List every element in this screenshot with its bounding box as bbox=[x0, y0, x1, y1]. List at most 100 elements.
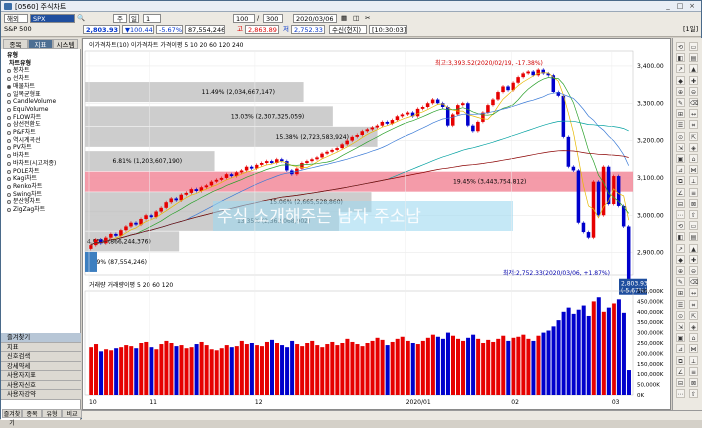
drawing-tool-icon[interactable]: ↔ bbox=[689, 109, 698, 119]
menu-signal-search[interactable]: 신호검색 bbox=[1, 352, 81, 362]
btab-favorites[interactable]: 즐겨찾기 bbox=[2, 409, 22, 427]
mode-button[interactable]: 주 bbox=[113, 14, 127, 23]
drawing-tool-icon[interactable]: ⌂ bbox=[689, 333, 698, 343]
tree-item[interactable]: ZigZag차트 bbox=[3, 206, 79, 214]
tree-header[interactable]: 유형 bbox=[3, 52, 79, 60]
drawing-tool-icon[interactable]: ⊟ bbox=[676, 198, 685, 208]
drawing-tool-icon[interactable]: ⟂ bbox=[689, 355, 698, 365]
drawing-tool-icon[interactable]: ⧉ bbox=[676, 176, 685, 186]
drawing-tool-icon[interactable]: ∠ bbox=[676, 366, 685, 376]
menu-indicator[interactable]: 지표 bbox=[1, 342, 81, 352]
drawing-tool-icon[interactable]: ⊠ bbox=[689, 198, 698, 208]
drawing-tool-icon[interactable]: ⇱ bbox=[689, 310, 698, 320]
tree-item[interactable]: 분산형차트 bbox=[3, 198, 79, 206]
drawing-tool-icon[interactable]: ⟂ bbox=[689, 176, 698, 186]
menu-strength[interactable]: 강세약세 bbox=[1, 361, 81, 371]
menu-user-strength[interactable]: 사용자강약 bbox=[1, 390, 81, 400]
drawing-tool-icon[interactable]: ⌂ bbox=[689, 154, 698, 163]
total-count-input[interactable]: 300 bbox=[263, 14, 283, 23]
tree-item[interactable]: Renko차트 bbox=[3, 183, 79, 191]
drawing-tool-icon[interactable]: ⊙ bbox=[676, 131, 685, 141]
drawing-tool-icon[interactable]: ⋈ bbox=[689, 165, 698, 175]
menu-user-indicator[interactable]: 사용자지표 bbox=[1, 371, 81, 381]
drawing-tool-icon[interactable]: ⊿ bbox=[676, 165, 685, 175]
drawing-tool-icon[interactable]: ⊕ bbox=[676, 86, 685, 96]
minimize-icon[interactable]: _ bbox=[663, 2, 673, 11]
drawing-tool-icon[interactable]: ◧ bbox=[676, 53, 685, 63]
btab-symbol[interactable]: 종목 bbox=[22, 409, 42, 418]
search-icon[interactable]: 🔍 bbox=[77, 14, 85, 23]
drawing-tool-icon[interactable]: ✚ bbox=[689, 75, 698, 85]
market-select[interactable]: 해외 bbox=[4, 14, 28, 23]
calendar-icon[interactable]: ▦ bbox=[341, 14, 347, 23]
drawing-tool-icon[interactable]: ≡ bbox=[689, 366, 698, 376]
btab-type[interactable]: 유형 bbox=[42, 409, 62, 418]
tree-item[interactable]: 바차트(시고저종) bbox=[3, 160, 79, 168]
drawing-tool-icon[interactable]: ⇧ bbox=[689, 389, 698, 399]
tree-item[interactable]: 일목균형표 bbox=[3, 91, 79, 99]
price-volume-chart[interactable]: 이가격차트(10) 이가격차트 가격이평 5 10 20 60 120 240 거… bbox=[83, 39, 672, 411]
tree-item[interactable]: PV차트 bbox=[3, 144, 79, 152]
drawing-tool-icon[interactable]: ⊞ bbox=[676, 288, 685, 298]
drawing-tool-icon[interactable]: ⊿ bbox=[676, 344, 685, 354]
date-input[interactable]: 2020/03/06 bbox=[293, 14, 337, 23]
drawing-tool-icon[interactable]: ✎ bbox=[676, 98, 685, 107]
drawing-tool-icon[interactable]: ⊞ bbox=[676, 109, 685, 119]
drawing-tool-icon[interactable]: ▣ bbox=[676, 333, 685, 343]
scissors-icon[interactable]: ✂ bbox=[365, 14, 370, 23]
drawing-tool-icon[interactable]: ▲ bbox=[689, 64, 698, 74]
close-icon[interactable]: × bbox=[687, 2, 697, 11]
drawing-tool-icon[interactable]: ⊕ bbox=[676, 266, 685, 275]
tree-item[interactable]: EquiVolume bbox=[3, 106, 79, 114]
drawing-tool-icon[interactable]: ∠ bbox=[676, 187, 685, 197]
drawing-tool-icon[interactable]: ⌫ bbox=[689, 277, 698, 287]
drawing-tool-icon[interactable]: ⟲ bbox=[676, 221, 685, 231]
drawing-tool-icon[interactable]: ⟲ bbox=[676, 42, 685, 51]
drawing-tool-icon[interactable]: ◧ bbox=[676, 232, 685, 242]
drawing-tool-icon[interactable]: ↔ bbox=[689, 288, 698, 298]
drawing-tool-icon[interactable]: ⇧ bbox=[689, 210, 698, 219]
drawing-tool-icon[interactable]: ⇲ bbox=[676, 142, 685, 152]
drawing-tool-icon[interactable]: ↗ bbox=[676, 64, 685, 74]
btab-compare[interactable]: 비교 bbox=[62, 409, 82, 418]
chart-area[interactable]: 이가격차트(10) 이가격차트 가격이평 5 10 20 60 120 240 거… bbox=[82, 38, 671, 410]
drawing-tool-icon[interactable]: ⇱ bbox=[689, 131, 698, 141]
drawing-tool-icon[interactable]: ⊖ bbox=[689, 86, 698, 96]
period-input[interactable]: 1 bbox=[143, 14, 161, 23]
drawing-tool-icon[interactable]: ⊠ bbox=[689, 378, 698, 387]
tab-indicator[interactable]: 지표 bbox=[28, 39, 53, 49]
tree-item[interactable]: Kagi차트 bbox=[3, 175, 79, 183]
tree-item[interactable]: 삼선전환도 bbox=[3, 121, 79, 129]
drawing-tool-icon[interactable]: ☰ bbox=[676, 120, 685, 130]
realtime-label[interactable]: 수신(현지) bbox=[329, 25, 367, 34]
tab-symbol[interactable]: 종목 bbox=[3, 39, 28, 49]
drawing-tool-icon[interactable]: ⋈ bbox=[689, 344, 698, 354]
tree-item[interactable]: CandleVolume bbox=[3, 98, 79, 106]
drawing-tool-icon[interactable]: ⊟ bbox=[676, 378, 685, 387]
menu-favorites[interactable]: 즐겨찾기 bbox=[1, 333, 81, 343]
drawing-tool-icon[interactable]: ⌗ bbox=[689, 120, 698, 130]
menu-user-signal[interactable]: 사용자신호 bbox=[1, 380, 81, 390]
drawing-tool-icon[interactable]: ✎ bbox=[676, 277, 685, 287]
tab-system[interactable]: 시스템 bbox=[53, 39, 78, 49]
maximize-icon[interactable]: □ bbox=[675, 2, 685, 11]
mode2-button[interactable]: 일 bbox=[129, 14, 139, 23]
drawing-tool-icon[interactable]: ⌫ bbox=[689, 98, 698, 107]
drawing-tool-icon[interactable]: ⌗ bbox=[689, 299, 698, 309]
drawing-tool-icon[interactable]: ▭ bbox=[689, 42, 698, 51]
drawing-tool-icon[interactable]: ◆ bbox=[676, 254, 685, 264]
drawing-tool-icon[interactable]: ▣ bbox=[676, 154, 685, 163]
screenshot-icon[interactable]: ◫ bbox=[353, 14, 359, 23]
tree-item[interactable]: 바차트 bbox=[3, 152, 79, 160]
count-input[interactable]: 100 bbox=[233, 14, 255, 23]
tree-item[interactable]: 매물차트 bbox=[3, 83, 79, 91]
drawing-tool-icon[interactable]: ✚ bbox=[689, 254, 698, 264]
drawing-tool-icon[interactable]: ◆ bbox=[676, 75, 685, 85]
tree-item[interactable]: 봉차트 bbox=[3, 67, 79, 75]
drawing-tool-icon[interactable]: ◈ bbox=[689, 322, 698, 331]
drawing-tool-icon[interactable]: ⊖ bbox=[689, 266, 698, 275]
drawing-tool-icon[interactable]: ≡ bbox=[689, 187, 698, 197]
tree-item[interactable]: P&F차트 bbox=[3, 129, 79, 137]
drawing-tool-icon[interactable]: ⊙ bbox=[676, 310, 685, 320]
drawing-tool-icon[interactable]: ⇲ bbox=[676, 322, 685, 331]
